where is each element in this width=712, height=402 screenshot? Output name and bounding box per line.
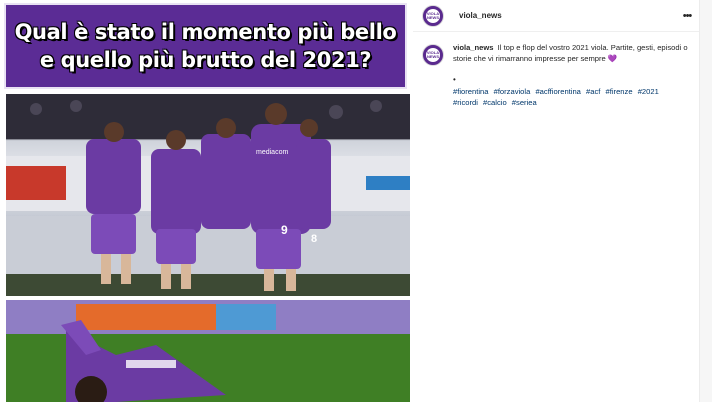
caption-username-link[interactable]: viola_news [453,43,494,52]
avatar[interactable]: VIOLA NEWS [422,4,444,27]
injury-photo-art [6,300,410,402]
banner-line-1: Qual è stato il momento più bello [14,20,397,44]
hashtag-link[interactable]: #2021 [638,87,659,96]
celebration-photo: mediacom 9 8 [6,94,410,296]
post-media[interactable]: Qual è stato il momento più bello e quel… [0,0,413,402]
caption: VIOLA NEWS viola_news Il top e flop del … [422,42,698,66]
vertical-scrollbar[interactable] [699,0,712,402]
caption-avatar[interactable]: VIOLA NEWS [422,44,444,66]
more-options-icon[interactable]: ••• [679,9,695,23]
caption-avatar-logo: VIOLA NEWS [426,48,440,62]
avatar-logo: VIOLA NEWS [426,8,440,23]
hashtag-link[interactable]: #calcio [483,98,507,107]
header-username-link[interactable]: viola_news [459,11,502,20]
hashtag-link[interactable]: #acf [586,87,600,96]
jersey-sponsor: mediacom [256,149,288,156]
hashtag-list: #fiorentina #forzaviola #acffiorentina #… [453,86,689,108]
hashtag-link[interactable]: #fiorentina [453,87,488,96]
jersey-number-9: 9 [281,223,288,237]
hashtag-link[interactable]: #acffiorentina [535,87,580,96]
hashtag-link[interactable]: #ricordi [453,98,478,107]
hashtag-link[interactable]: #forzaviola [494,87,531,96]
post-header: VIOLA NEWS viola_news ••• [413,0,699,32]
injury-photo [6,300,410,402]
celebration-photo-art: mediacom 9 8 [6,94,410,296]
caption-separator-dot: • [453,75,456,84]
post-sidebar: VIOLA NEWS viola_news ••• VIOLA NEWS vio… [413,0,712,402]
caption-text: viola_news Il top e flop del vostro 2021… [453,42,689,66]
hashtag-link[interactable]: #firenze [606,87,633,96]
hashtag-link[interactable]: #seriea [512,98,537,107]
question-banner: Qual è stato il momento più bello e quel… [4,3,407,89]
jersey-number-8: 8 [311,233,317,245]
banner-line-2: e quello più brutto del 2021? [39,48,372,72]
